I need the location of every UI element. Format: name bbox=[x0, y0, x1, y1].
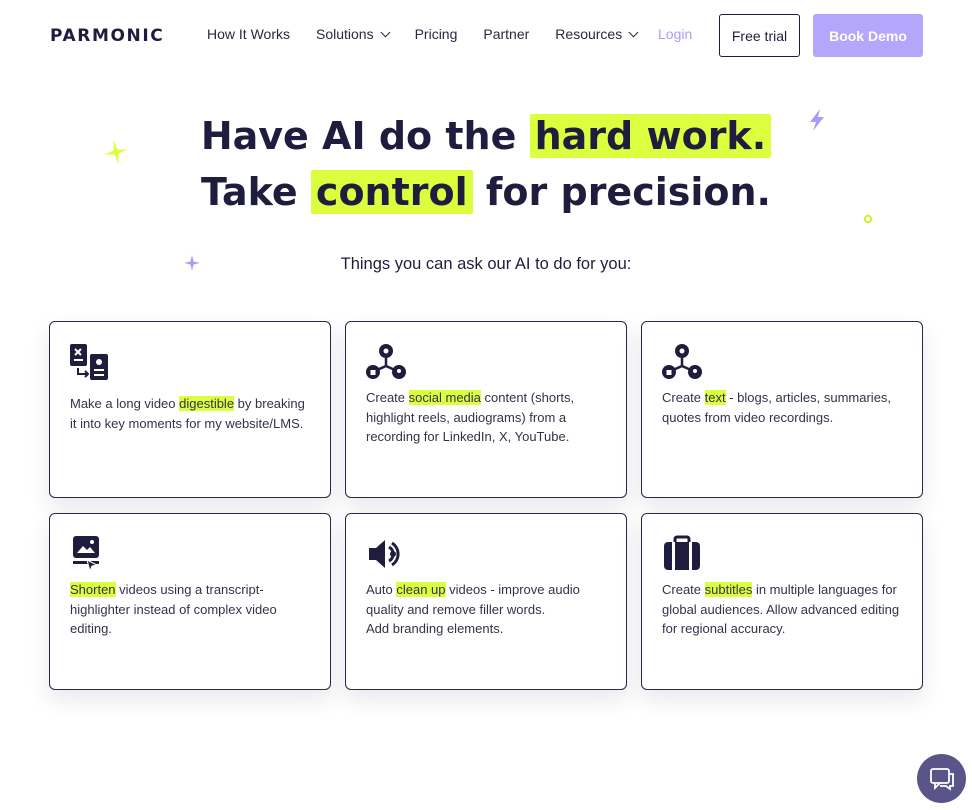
nav-link-label: Solutions bbox=[315, 26, 374, 42]
chat-button[interactable] bbox=[917, 754, 966, 803]
hero-line-2: Take control for precision. bbox=[0, 164, 972, 220]
logo[interactable]: PARMONIC bbox=[50, 26, 164, 46]
card-clean-up[interactable]: Auto clean up videos - improve audio qua… bbox=[345, 513, 627, 690]
card-highlight: subtitles bbox=[704, 582, 753, 597]
card-subtitles[interactable]: Create subtitles in multiple languages f… bbox=[641, 513, 923, 690]
card-text: Create bbox=[662, 582, 705, 597]
hero-subtitle: Things you can ask our AI to do for you: bbox=[340, 255, 632, 273]
card-shorten[interactable]: Shorten videos using a transcript-highli… bbox=[49, 513, 331, 690]
card-text-line2: Add branding elements. bbox=[366, 621, 504, 636]
chat-bubble-icon bbox=[929, 767, 954, 791]
book-demo-button[interactable]: Book Demo bbox=[813, 14, 923, 57]
card-social-media[interactable]: Create social media content (shorts, hig… bbox=[345, 321, 627, 498]
social-share-icon bbox=[366, 344, 406, 379]
card-description: Shorten videos using a transcript-highli… bbox=[70, 580, 310, 639]
card-description: Create subtitles in multiple languages f… bbox=[662, 580, 902, 639]
nav-link-label: Pricing bbox=[414, 26, 458, 42]
card-description: Auto clean up videos - improve audio qua… bbox=[366, 580, 606, 639]
nav-link-label: Resources bbox=[555, 26, 623, 42]
chevron-down-icon bbox=[380, 27, 391, 37]
nav-link-pricing[interactable]: Pricing bbox=[415, 26, 458, 42]
card-highlight: Shorten bbox=[70, 582, 116, 597]
card-description: Create text - blogs, articles, summaries… bbox=[662, 388, 902, 427]
card-highlight: text bbox=[704, 390, 726, 405]
hero-highlight-hard-work: hard work. bbox=[529, 114, 772, 158]
login-link[interactable]: Login bbox=[658, 26, 692, 42]
nav-link-label: Partner bbox=[483, 26, 530, 42]
audio-clean-icon bbox=[369, 540, 400, 568]
subtitles-icon bbox=[664, 535, 700, 570]
hero-line-1: Have AI do the hard work. bbox=[0, 108, 972, 164]
nav-link-how-it-works[interactable]: How It Works bbox=[207, 26, 290, 42]
card-text-content[interactable]: Create text - blogs, articles, summaries… bbox=[641, 321, 923, 498]
hero-highlight-control: control bbox=[310, 170, 473, 214]
nav-link-resources[interactable]: Resources bbox=[555, 26, 639, 42]
text-share-icon bbox=[662, 344, 702, 379]
card-highlight: digestible bbox=[179, 396, 235, 411]
card-text: Create bbox=[366, 390, 409, 405]
top-nav: PARMONIC How It Works Solutions Pricing … bbox=[0, 0, 972, 70]
chevron-down-icon bbox=[628, 27, 639, 37]
card-description: Make a long video digestible by breaking… bbox=[70, 394, 310, 433]
card-description: Create social media content (shorts, hig… bbox=[366, 388, 606, 447]
card-key-moments[interactable]: Make a long video digestible by breaking… bbox=[49, 321, 331, 498]
card-highlight: clean up bbox=[396, 582, 446, 597]
card-text: Make a long video bbox=[70, 396, 180, 411]
hero-heading: Have AI do the hard work. Take control f… bbox=[0, 108, 972, 220]
card-highlight: social media bbox=[408, 390, 481, 405]
hero-line2-text-end: for precision. bbox=[472, 170, 771, 214]
hero-line1-text: Have AI do the bbox=[200, 114, 530, 158]
nav-links: How It Works Solutions Pricing Partner R… bbox=[207, 26, 663, 42]
feature-cards: Make a long video digestible by breaking… bbox=[49, 321, 923, 690]
key-moments-icon bbox=[70, 344, 108, 380]
video-edit-icon bbox=[73, 536, 99, 573]
nav-link-label: How It Works bbox=[207, 26, 290, 42]
nav-link-partner[interactable]: Partner bbox=[483, 26, 529, 42]
card-text: Create bbox=[662, 390, 705, 405]
nav-link-solutions[interactable]: Solutions bbox=[315, 26, 391, 42]
hero-line2-text: Take bbox=[201, 170, 311, 214]
card-text: Auto bbox=[366, 582, 397, 597]
free-trial-button[interactable]: Free trial bbox=[719, 14, 800, 57]
